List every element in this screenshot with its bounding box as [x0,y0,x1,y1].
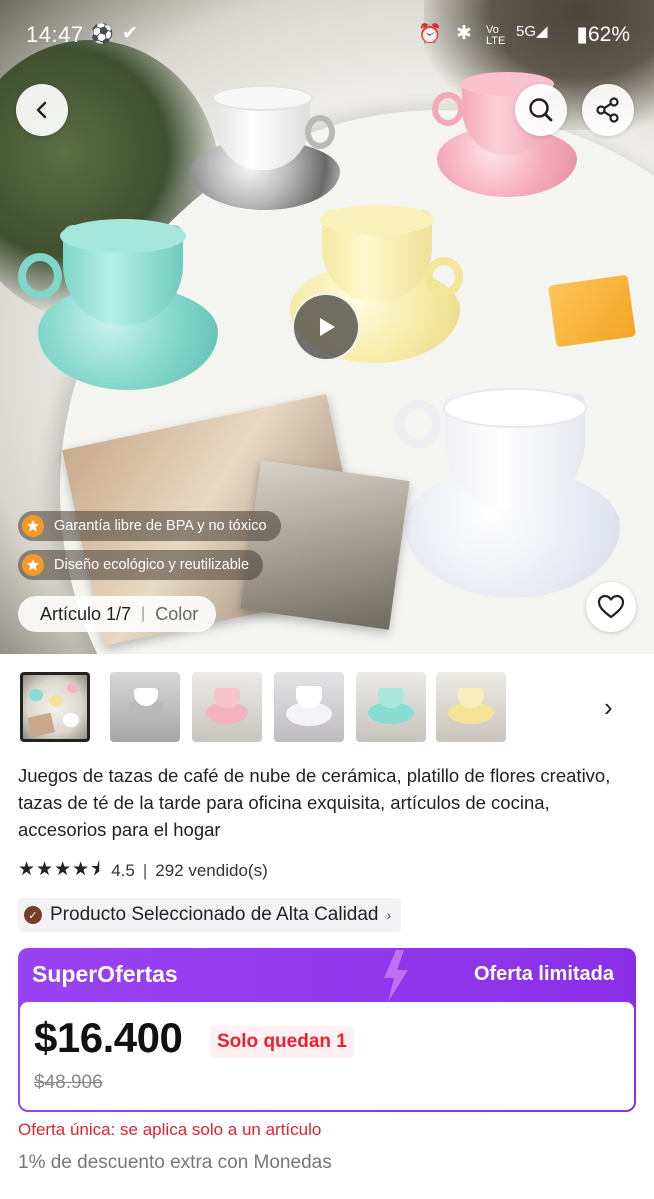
photo-card-small [240,460,410,630]
back-button[interactable] [16,84,68,136]
play-video-button[interactable] [292,293,360,361]
stock-badge: Solo quedan 1 [210,1026,354,1058]
star-rating-icon: ★★★★⯨ [18,859,102,880]
thumbnail-3[interactable] [192,672,262,742]
volte-icon: Vo LTE [486,24,506,47]
search-button[interactable] [515,84,567,136]
deal-header: SuperOfertas Oferta limitada [18,948,636,1002]
quality-badge[interactable]: ✓ Producto Seleccionado de Alta Calidad … [18,898,402,932]
signal-icon: 5G◢ [516,23,548,40]
coins-discount-note: 1% de descuento extra con Monedas [18,1152,332,1173]
feature-badge-label: Diseño ecológico y reutilizable [54,557,250,573]
star-badge-icon [22,515,44,537]
thumbnail-2[interactable] [110,672,180,742]
battery-icon: ▮ [576,23,588,46]
thumbnail-5[interactable] [356,672,426,742]
chevron-left-icon [36,101,47,119]
pearl-cup [395,388,625,603]
quality-label: Producto Seleccionado de Alta Calidad [50,904,379,925]
lightning-icon [384,950,408,1002]
heart-icon [597,594,625,619]
chevron-right-icon: › [386,907,392,923]
thumbnail-6[interactable] [436,672,506,742]
share-icon [596,97,619,123]
search-icon [529,98,553,122]
verified-icon: ✓ [24,906,42,924]
cheese-decoration [548,274,636,348]
original-price: $48.906 [34,1072,103,1093]
deal-brand: SuperOfertas [32,961,178,987]
feature-badge-bpa: Garantía libre de BPA y no tóxico [18,511,281,541]
rating-value: 4.5 [111,861,135,880]
status-time: 14:47 [26,22,84,47]
product-title: Juegos de tazas de café de nube de cerám… [18,765,611,840]
status-bar: 14:47 ⚽ ✔ ⏰ ✱ Vo LTE 5G◢ ▮62% [0,0,654,68]
feature-badge-eco: Diseño ecológico y reutilizable [18,550,264,580]
chevron-right-icon[interactable]: › [604,692,613,723]
super-deal-card: SuperOfertas Oferta limitada $16.400 Sol… [18,948,636,1112]
alarm-icon: ⏰ [418,24,442,45]
thumbnail-4[interactable] [274,672,344,742]
divider: | [142,861,148,880]
bluetooth-icon: ✱ [456,23,472,44]
play-icon [320,318,335,336]
app-notification-icon: ⚽ [90,24,114,45]
sold-count: 292 vendido(s) [155,861,268,880]
rating-row[interactable]: ★★★★⯨ 4.5 | 292 vendido(s) [18,859,268,883]
article-counter: Artículo 1/7 [40,603,132,624]
app-notification-icon-2: ✔ [122,23,138,44]
teal-cup [18,215,218,395]
feature-badge-label: Garantía libre de BPA y no tóxico [54,518,267,534]
favorite-button[interactable] [586,582,636,632]
divider: | [141,605,146,622]
color-tab[interactable]: Color [155,604,198,625]
thumbnail-strip: › [0,670,654,746]
share-button[interactable] [582,84,634,136]
limited-offer-label: Oferta limitada [473,963,614,985]
deal-price-box: $16.400 Solo quedan 1 $48.906 [20,1002,634,1110]
sale-price: $16.400 [34,1014,183,1061]
battery-level: 62% [587,23,630,46]
silver-cup [190,85,350,215]
battery-indicator: ▮62% [576,22,630,47]
thumbnail-1[interactable] [20,672,90,742]
image-counter[interactable]: Artículo 1/7 | Color [18,596,217,632]
star-badge-icon [22,554,44,576]
single-item-note: Oferta única: se aplica solo a un artícu… [18,1120,322,1139]
